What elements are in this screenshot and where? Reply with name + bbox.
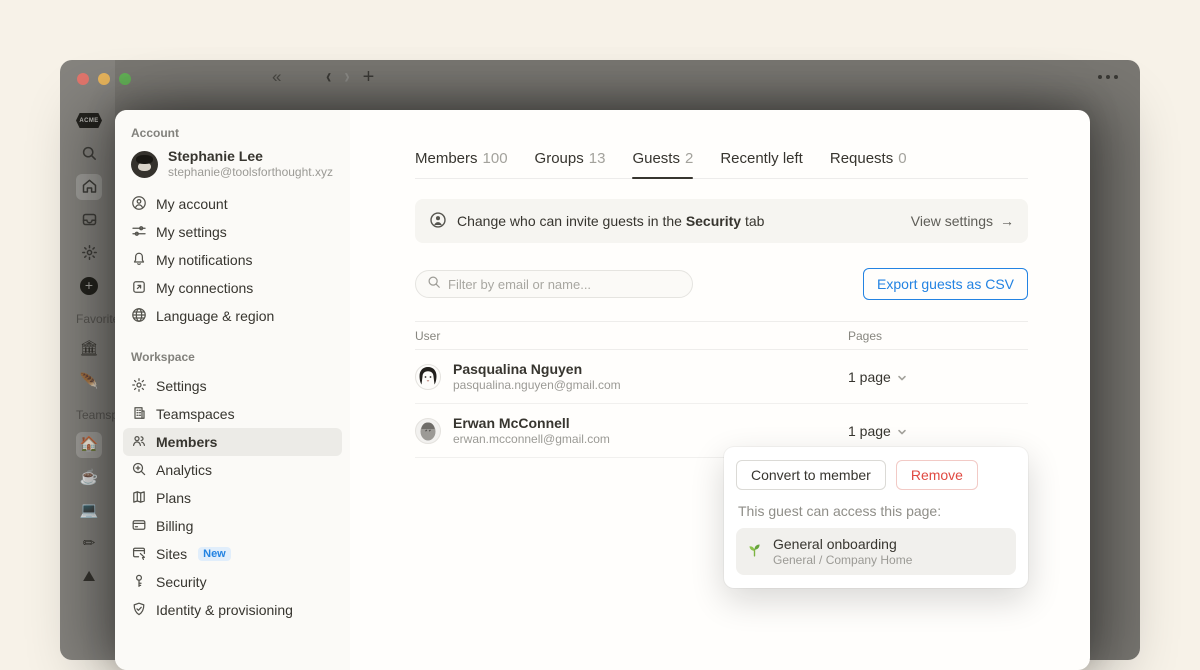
teamspace-mountain-icon[interactable]: ⛰	[76, 564, 102, 590]
guest-name: Erwan McConnell	[453, 414, 610, 432]
guest-pages-dropdown[interactable]: 1 page	[848, 369, 1028, 385]
user-avatar	[131, 151, 158, 178]
search-icon[interactable]	[76, 141, 102, 167]
guest-pages-dropdown[interactable]: 1 page	[848, 423, 1028, 439]
banner-text: Change who can invite guests in the Secu…	[457, 213, 764, 229]
browser-cursor-icon	[131, 545, 147, 564]
app-window: « ‹ › + ACME + Favorites 🏛 🪶 Teamspaces …	[60, 60, 1140, 660]
sprout-icon	[746, 541, 763, 563]
new-badge: New	[198, 547, 231, 561]
bell-icon	[131, 251, 147, 270]
export-guests-csv-button[interactable]: Export guests as CSV	[863, 268, 1028, 300]
tab-guests[interactable]: Guests2	[632, 150, 693, 178]
person-circle-icon	[429, 211, 447, 232]
guest-email: erwan.mcconnell@gmail.com	[453, 432, 610, 447]
account-user-row[interactable]: Stephanie Lee stephanie@toolsforthought.…	[131, 148, 342, 180]
teamspace-pencil-icon[interactable]: ✏	[76, 531, 102, 557]
favorite-page-feather-icon[interactable]: 🪶	[76, 369, 102, 395]
remove-guest-button[interactable]: Remove	[896, 460, 978, 490]
sliders-icon	[131, 223, 147, 242]
account-section-label: Account	[131, 126, 342, 140]
gear-icon	[131, 377, 147, 396]
sidebar-item-settings[interactable]: Settings	[123, 372, 342, 400]
chevron-down-icon	[897, 369, 907, 385]
tab-groups[interactable]: Groups13	[535, 150, 606, 178]
settings-modal: Account Stephanie Lee stephanie@toolsfor…	[115, 110, 1090, 670]
page-title: General onboarding	[773, 535, 912, 553]
favorite-page-building-icon[interactable]: 🏛	[76, 336, 102, 362]
tab-requests[interactable]: Requests0	[830, 150, 907, 178]
arrow-up-right-square-icon	[131, 279, 147, 298]
globe-icon	[131, 307, 147, 326]
column-header-pages: Pages	[848, 329, 1028, 343]
sidebar-item-plans[interactable]: Plans	[123, 484, 342, 512]
credit-card-icon	[131, 517, 147, 536]
teamspaces-section-label: Teamspaces	[76, 398, 115, 428]
user-name: Stephanie Lee	[168, 148, 333, 165]
forward-button[interactable]: ›	[344, 66, 349, 89]
column-header-user: User	[415, 329, 848, 343]
sidebar-item-security[interactable]: Security	[123, 568, 342, 596]
settings-gear-icon[interactable]	[76, 240, 102, 266]
favorites-section-label: Favorites	[76, 302, 115, 332]
workspace-logo[interactable]: ACME	[76, 113, 102, 128]
guest-filter-searchbox[interactable]	[415, 270, 693, 298]
sidebar-item-language-region[interactable]: Language & region	[123, 302, 342, 330]
sidebar-item-members[interactable]: Members	[123, 428, 342, 456]
building-icon	[131, 405, 147, 424]
guest-avatar	[415, 364, 441, 390]
guest-name: Pasqualina Nguyen	[453, 360, 621, 378]
guest-email: pasqualina.nguyen@gmail.com	[453, 378, 621, 393]
shield-check-icon	[131, 601, 147, 620]
member-tabs: Members100 Groups13 Guests2 Recently lef…	[415, 150, 1028, 179]
sidebar-item-my-account[interactable]: My account	[123, 190, 342, 218]
more-options-button[interactable]	[1098, 75, 1118, 79]
sidebar-item-identity-provisioning[interactable]: Identity & provisioning	[123, 596, 342, 624]
guest-avatar	[415, 418, 441, 444]
view-settings-link[interactable]: View settings→	[911, 213, 1014, 229]
sidebar-item-billing[interactable]: Billing	[123, 512, 342, 540]
accessible-page-item[interactable]: General onboarding General / Company Hom…	[736, 528, 1016, 575]
sidebar-item-teamspaces[interactable]: Teamspaces	[123, 400, 342, 428]
new-page-icon[interactable]: +	[76, 273, 102, 299]
teamspace-home-icon[interactable]: 🏠	[76, 432, 102, 458]
map-icon	[131, 489, 147, 508]
back-button[interactable]: ‹	[326, 66, 331, 89]
guest-row-pasqualina[interactable]: Pasqualina Nguyen pasqualina.nguyen@gmai…	[415, 350, 1028, 404]
chevron-down-icon	[897, 423, 907, 439]
settings-sidebar: Account Stephanie Lee stephanie@toolsfor…	[115, 110, 350, 670]
app-sidebar: ACME + Favorites 🏛 🪶 Teamspaces 🏠 ☕ 💻 ✏ …	[60, 60, 115, 660]
collapse-sidebar-icon[interactable]: «	[272, 67, 278, 87]
sidebar-item-sites[interactable]: Sites New	[123, 540, 342, 568]
workspace-section-label: Workspace	[131, 350, 342, 364]
tab-members[interactable]: Members100	[415, 150, 508, 178]
new-tab-button[interactable]: +	[363, 66, 375, 89]
user-email: stephanie@toolsforthought.xyz	[168, 165, 333, 180]
magnifier-plus-icon	[131, 461, 147, 480]
person-circle-icon	[131, 195, 147, 214]
tab-recently-left[interactable]: Recently left	[720, 150, 803, 178]
inbox-icon[interactable]	[76, 207, 102, 233]
convert-to-member-button[interactable]: Convert to member	[736, 460, 886, 490]
guest-actions-popup: Convert to member Remove This guest can …	[724, 447, 1028, 588]
sidebar-item-my-connections[interactable]: My connections	[123, 274, 342, 302]
sidebar-item-analytics[interactable]: Analytics	[123, 456, 342, 484]
invite-settings-banner: Change who can invite guests in the Secu…	[415, 199, 1028, 243]
search-icon	[427, 275, 441, 294]
guests-table-header: User Pages	[415, 321, 1028, 350]
sidebar-item-my-settings[interactable]: My settings	[123, 218, 342, 246]
popup-caption: This guest can access this page:	[738, 503, 1014, 519]
zoom-window-button[interactable]	[119, 73, 131, 85]
key-icon	[131, 573, 147, 592]
home-icon[interactable]	[76, 174, 102, 200]
teamspace-laptop-icon[interactable]: 💻	[76, 498, 102, 524]
sidebar-item-my-notifications[interactable]: My notifications	[123, 246, 342, 274]
filter-input[interactable]	[448, 277, 681, 292]
arrow-right-icon: →	[1000, 213, 1014, 229]
page-breadcrumb: General / Company Home	[773, 553, 912, 568]
teamspace-coffee-icon[interactable]: ☕	[76, 465, 102, 491]
members-people-icon	[131, 433, 147, 452]
